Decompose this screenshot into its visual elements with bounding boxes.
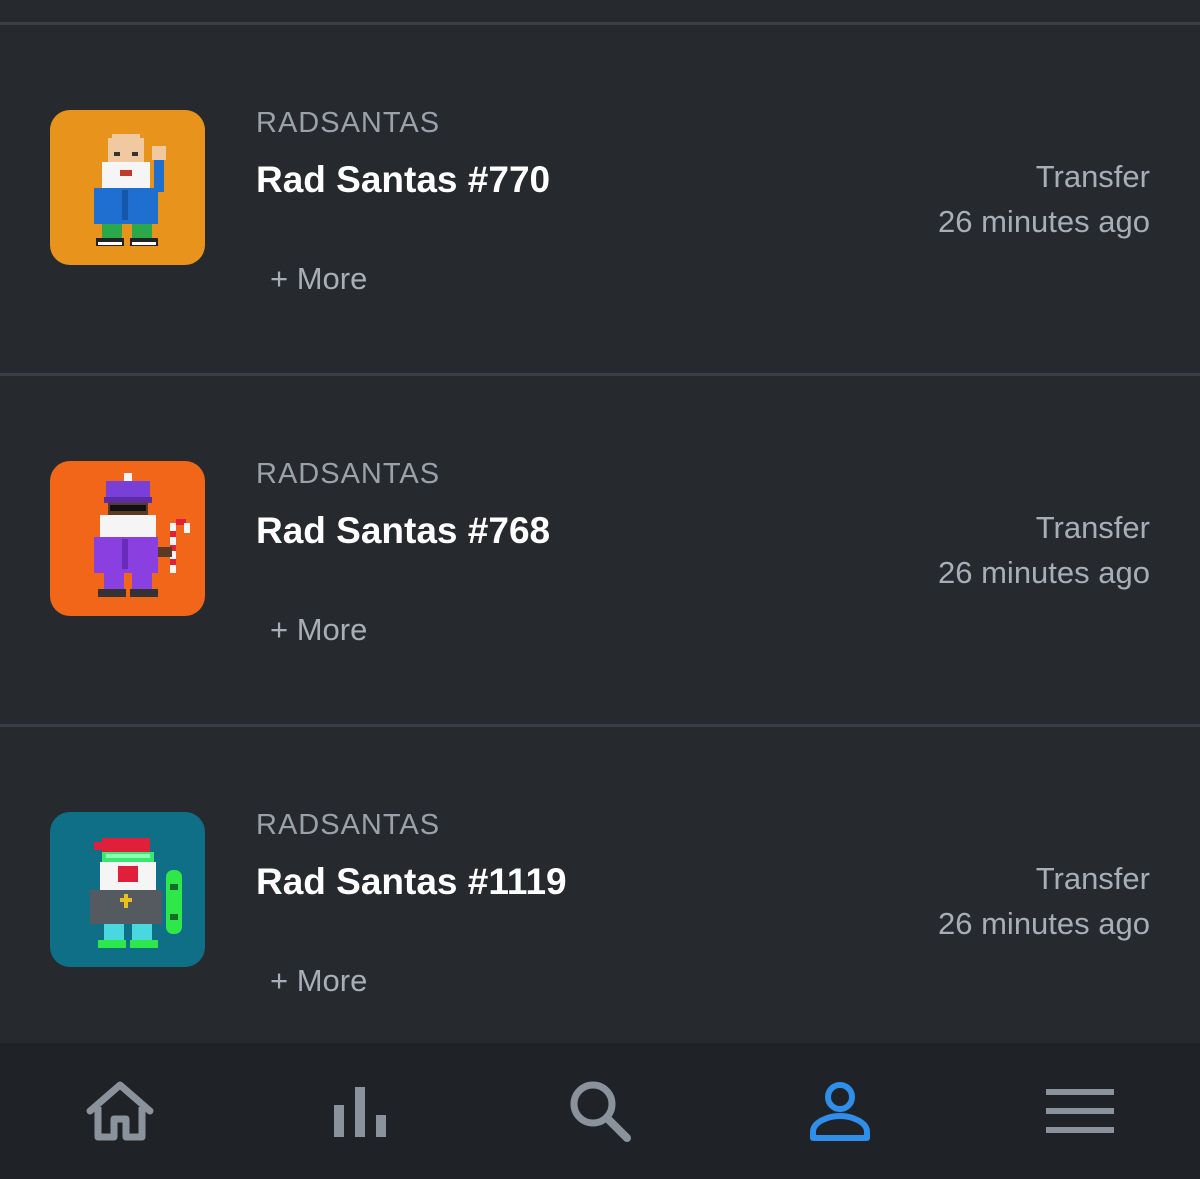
event-type: Transfer [1035,510,1150,545]
nft-title[interactable]: Rad Santas #768 [256,510,550,552]
collection-name: RADSANTAS [256,809,441,841]
event-type: Transfer [1035,861,1150,896]
nav-stats-button[interactable] [300,1061,420,1161]
santa-bald-blue-hoodie-image [50,110,205,265]
nav-search-button[interactable] [540,1061,660,1161]
profile-icon [810,1082,870,1141]
event-time: 26 minutes ago [938,555,1150,590]
nft-thumbnail[interactable] [50,812,205,967]
search-icon [570,1081,631,1142]
nft-thumbnail[interactable] [50,110,205,265]
menu-icon [1046,1089,1114,1133]
bottom-nav [0,1043,1200,1179]
collection-name: RADSANTAS [256,107,441,139]
event-time: 26 minutes ago [938,204,1150,239]
activity-item[interactable]: RADSANTAS Rad Santas #770 + More Transfe… [0,25,1200,376]
santa-bandana-skateboard-image [50,812,205,967]
nft-thumbnail[interactable] [50,461,205,616]
more-button[interactable]: + More [270,612,367,648]
nft-title[interactable]: Rad Santas #770 [256,159,550,201]
activity-page: RADSANTAS Rad Santas #770 + More Transfe… [0,0,1200,1179]
nav-menu-button[interactable] [1020,1061,1140,1161]
nav-profile-button[interactable] [780,1061,900,1161]
event-time: 26 minutes ago [938,906,1150,941]
collection-name: RADSANTAS [256,458,441,490]
santa-purple-beanie-candycane-image [50,461,205,616]
nft-title[interactable]: Rad Santas #1119 [256,861,567,903]
activity-item[interactable]: RADSANTAS Rad Santas #768 + More Transfe… [0,376,1200,727]
more-button[interactable]: + More [270,963,367,999]
activity-item[interactable]: RADSANTAS Rad Santas #1119 + More Transf… [0,727,1200,1075]
nav-home-button[interactable] [60,1061,180,1161]
stats-icon [334,1087,386,1137]
activity-feed: RADSANTAS Rad Santas #770 + More Transfe… [0,25,1200,1075]
event-type: Transfer [1035,159,1150,194]
home-icon [86,1081,154,1141]
more-button[interactable]: + More [270,261,367,297]
